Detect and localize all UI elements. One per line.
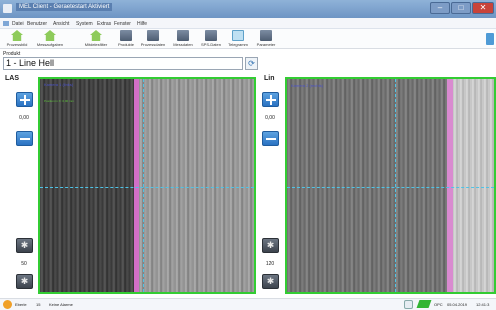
left-crosshair-vertical [143,79,144,292]
toolbar-mitdelesfilter[interactable]: Mitdelesfilter [80,29,112,49]
toolbar-telegramm[interactable]: Telegramm [225,29,251,49]
left-overlay-info: Position in X: 0,00 mm [44,99,75,103]
refresh-button[interactable]: ⟳ [245,57,258,70]
left-image-light-region [139,79,254,292]
left-zoom-out-button[interactable] [16,131,33,146]
toolbar-label: Prozessbild [6,42,28,47]
toolbar-messdaten[interactable]: Messdaten [170,29,196,49]
box-icon [147,30,159,41]
menu-benutzer[interactable]: Benutzer [27,21,47,27]
menu-datei[interactable]: Datei [12,21,24,27]
toolbar-messaufgaben[interactable]: Messaufgaben [32,29,68,49]
window-title: MEL Client - Geraetestart Aktiviert [16,3,113,11]
left-zoom-in-button[interactable] [16,92,33,107]
close-button[interactable]: ✕ [472,2,494,14]
toolbar-label: Messdaten [173,42,193,47]
toolbar-label: Parameter [256,42,276,47]
toolbar-label: Produkte [117,42,134,47]
menu-system[interactable]: System [76,21,93,27]
toolbar-prozessdaten[interactable]: Prozessdaten [137,29,169,49]
box-icon [205,30,217,41]
help-icon[interactable] [486,33,494,45]
right-camera-label: Lin [264,75,275,82]
toolbar-label: SPS-Daten [200,42,221,47]
toolbar-label: Prozessdaten [140,42,166,47]
status-alarms: Keine Alarme [49,302,73,307]
settings-icon[interactable] [404,300,413,309]
left-camera-label: LAS [5,75,19,82]
opc-connection-icon [416,300,432,308]
right-overlay-title: Kamera 2 (rechts) [291,83,324,88]
menu-ansicht[interactable]: Ansicht [53,21,69,27]
left-overlay-title: Kamera 1 (links) [44,82,74,87]
right-gain-down-button[interactable]: ✱ [262,274,279,289]
toolbar-produkte[interactable]: Produkte [115,29,137,49]
left-gain-up-button[interactable]: ✱ [16,238,33,253]
right-image-light-region [453,79,494,292]
produkt-select[interactable]: 1 - Line Hell [3,57,243,70]
toolbar-label: Messaufgaben [36,42,64,47]
right-zoom-value: 0,00 [265,115,275,121]
right-zoom-in-button[interactable] [262,92,279,107]
right-gain-up-button[interactable]: ✱ [262,238,279,253]
home-icon [90,30,102,41]
user-icon [3,300,12,309]
home-icon [11,30,23,41]
right-crosshair-horizontal [287,187,494,188]
menu-hilfe[interactable]: Hilfe [137,21,147,27]
status-bar: Eberle 15 Keine Alarme OPC 05.04.2019 12… [0,298,496,310]
toolbar-label: Telegramm [228,42,248,47]
minimize-button[interactable]: – [430,2,450,14]
menu-extras[interactable]: Extras [97,21,111,27]
right-gain-value: 120 [265,261,275,267]
app-icon [3,4,12,13]
status-time: 12:41:3 [476,302,490,307]
menu-app-icon[interactable] [3,21,9,26]
box-icon [260,30,272,41]
toolbar-label: Mitdelesfilter [84,42,108,47]
left-gain-value: 50 [21,261,27,267]
status-user: Eberle [15,302,27,307]
left-image-dark-region [40,79,134,292]
home-icon [44,30,56,41]
menu-fenster[interactable]: Fenster [114,21,131,27]
mail-icon [232,30,244,41]
toolbar: Prozessbild Messaufgaben Mitdelesfilter … [0,29,496,49]
status-opc: OPC [434,302,443,307]
left-camera-view[interactable]: Kamera 1 (links) Position in X: 0,00 mm [38,77,256,294]
box-icon [177,30,189,41]
right-image-mid-region [287,79,447,292]
status-date: 05.04.2019 [447,302,468,307]
right-crosshair-vertical [395,79,396,292]
title-bar: MEL Client - Geraetestart Aktiviert – □ … [0,0,496,18]
menu-bar: Datei Benutzer Ansicht System Extras Fen… [0,18,496,29]
left-gain-down-button[interactable]: ✱ [16,274,33,289]
right-zoom-out-button[interactable] [262,131,279,146]
toolbar-parameter[interactable]: Parameter [253,29,279,49]
maximize-button[interactable]: □ [451,2,471,14]
status-count: 15 [36,302,41,307]
right-camera-view[interactable]: Kamera 2 (rechts) [285,77,496,294]
box-icon [120,30,132,41]
left-crosshair-horizontal [40,187,254,188]
toolbar-sps-daten[interactable]: SPS-Daten [199,29,223,49]
toolbar-prozessbild[interactable]: Prozessbild [2,29,32,49]
left-zoom-value: 0,00 [19,115,29,121]
